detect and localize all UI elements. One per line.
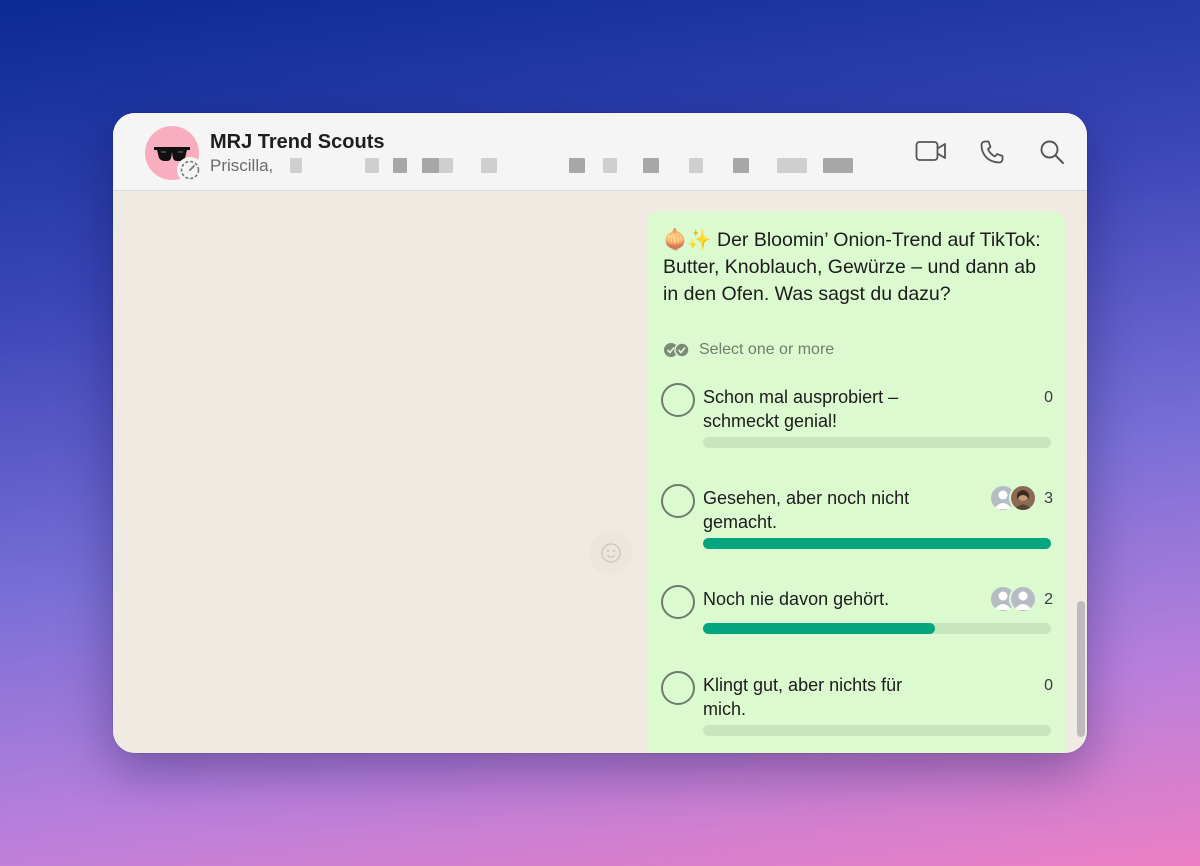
poll-result-fill xyxy=(703,538,1051,549)
poll-option-label: Gesehen, aber noch nicht gemacht. xyxy=(703,488,910,532)
poll-option-checkbox[interactable] xyxy=(661,671,695,705)
poll-result-bar xyxy=(703,623,1051,634)
message-area[interactable]: 🧅✨ Der Bloomin’ Onion-Trend auf TikTok: … xyxy=(113,191,1087,753)
voice-call-icon[interactable] xyxy=(979,139,1005,170)
poll-vote-count: 0 xyxy=(1044,677,1053,694)
double-check-icon xyxy=(664,342,690,358)
poll-result-bar xyxy=(703,725,1051,736)
chat-scrollbar[interactable] xyxy=(1077,601,1085,737)
poll-option-checkbox[interactable] xyxy=(661,383,695,417)
poll-option-checkbox[interactable] xyxy=(661,585,695,619)
poll-message[interactable]: 🧅✨ Der Bloomin’ Onion-Trend auf TikTok: … xyxy=(647,211,1065,753)
voter-avatar xyxy=(1009,585,1037,613)
poll-question: 🧅✨ Der Bloomin’ Onion-Trend auf TikTok: … xyxy=(663,229,1041,305)
poll-option-label: Schon mal ausprobiert – schmeckt genial! xyxy=(703,387,899,431)
chat-participants: Priscilla, xyxy=(210,156,274,175)
poll-result-bar xyxy=(703,437,1051,448)
disappearing-timer-icon xyxy=(177,157,203,183)
voter-avatar xyxy=(1009,484,1037,512)
search-icon[interactable] xyxy=(1039,139,1065,170)
poll-option-checkbox[interactable] xyxy=(661,484,695,518)
poll-result-bar xyxy=(703,538,1051,549)
poll-vote-count: 3 xyxy=(1044,490,1053,507)
poll-vote-count: 0 xyxy=(1044,389,1053,406)
reaction-button[interactable] xyxy=(589,531,633,575)
onion-sparkles-emoji: 🧅✨ xyxy=(663,229,712,251)
poll-result-fill xyxy=(703,623,936,634)
chat-window: MRJ Trend Scouts Priscilla, 🧅✨ Der Bloom… xyxy=(113,113,1087,753)
poll-vote-count: 2 xyxy=(1044,591,1053,608)
voter-avatars[interactable] xyxy=(989,585,1037,613)
emoji-icon xyxy=(601,543,621,563)
poll-option-label: Noch nie davon gehört. xyxy=(703,589,890,609)
chat-title[interactable]: MRJ Trend Scouts xyxy=(210,131,384,154)
poll-select-hint: Select one or more xyxy=(663,341,834,359)
poll-option-label: Klingt gut, aber nichts für mich. xyxy=(703,675,903,719)
voter-avatars[interactable] xyxy=(989,484,1037,512)
chat-header[interactable]: MRJ Trend Scouts Priscilla, xyxy=(113,113,1087,191)
video-call-icon[interactable] xyxy=(915,139,947,168)
